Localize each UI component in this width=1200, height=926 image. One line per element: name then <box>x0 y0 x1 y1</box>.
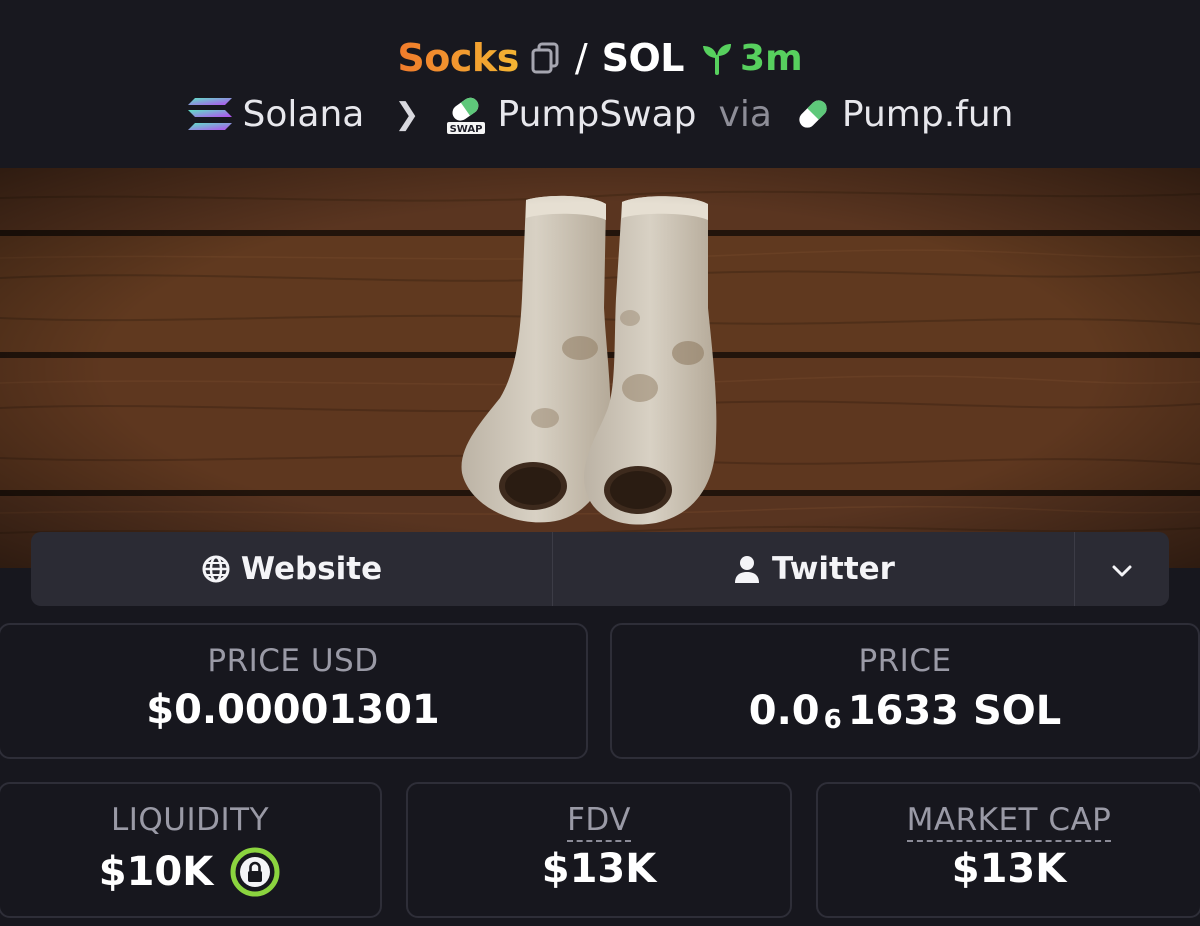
fdv-label: FDV <box>567 802 631 842</box>
quote-token-symbol: SOL <box>601 36 685 80</box>
sprout-icon <box>700 41 734 75</box>
twitter-label: Twitter <box>772 551 895 587</box>
pair-title-row: Socks / SOL 3m <box>0 30 1200 86</box>
market-cap-label: MARKET CAP <box>906 802 1112 842</box>
website-button[interactable]: Website <box>31 532 553 606</box>
lock-icon[interactable] <box>229 846 281 898</box>
more-links-button[interactable] <box>1075 532 1169 606</box>
via-label: via <box>718 93 772 135</box>
website-label: Website <box>240 551 383 587</box>
market-cap-card: MARKET CAP $13K <box>816 782 1200 918</box>
pair-separator: / <box>574 36 588 80</box>
token-banner-image <box>0 168 1200 568</box>
chevron-down-icon <box>1110 551 1134 587</box>
fdv-value: $13K <box>541 846 657 892</box>
pair-header: Socks / SOL 3m Solana ❯ SWAP PumpSwap vi… <box>0 0 1200 168</box>
market-cap-value: $13K <box>951 846 1067 892</box>
dex-name[interactable]: PumpSwap <box>498 94 697 135</box>
globe-icon <box>201 554 231 584</box>
pumpswap-pill-icon: SWAP <box>444 92 488 136</box>
social-links-bar: Website Twitter <box>31 532 1169 606</box>
price-usd-card: PRICE USD $0.00001301 <box>0 623 588 759</box>
price-native-prefix: 0.0 <box>748 688 820 734</box>
svg-text:SWAP: SWAP <box>449 124 482 135</box>
base-token-symbol: Socks <box>397 36 519 80</box>
pair-age-value: 3m <box>740 37 803 79</box>
chain-name[interactable]: Solana <box>243 94 365 135</box>
launchpad-name[interactable]: Pump.fun <box>842 94 1014 135</box>
price-native-label: PRICE <box>858 643 952 679</box>
twitter-button[interactable]: Twitter <box>553 532 1075 606</box>
fdv-card: FDV $13K <box>406 782 792 918</box>
price-usd-label: PRICE USD <box>207 643 379 679</box>
liquidity-value-row: $10K <box>0 846 380 898</box>
liquidity-value: $10K <box>98 849 214 895</box>
price-native-zero-count: 6 <box>823 705 842 735</box>
fdv-label-row[interactable]: FDV <box>408 802 790 842</box>
price-native-suffix: 1633 SOL <box>847 688 1062 734</box>
price-usd-value: $0.00001301 <box>146 687 440 733</box>
liquidity-card: LIQUIDITY $10K <box>0 782 382 918</box>
chevron-right-icon: ❯ <box>394 96 420 132</box>
pill-icon <box>794 95 832 133</box>
price-native-card: PRICE 0.0 6 1633 SOL <box>610 623 1200 759</box>
user-icon <box>732 554 762 584</box>
solana-logo-icon <box>187 97 233 131</box>
pair-path-row: Solana ❯ SWAP PumpSwap via Pump.fun <box>0 88 1200 140</box>
price-native-value: 0.0 6 1633 SOL <box>612 687 1198 735</box>
pair-age: 3m <box>700 38 803 79</box>
copy-icon[interactable] <box>527 40 563 76</box>
liquidity-label: LIQUIDITY <box>110 802 270 838</box>
market-cap-label-row[interactable]: MARKET CAP <box>818 802 1200 842</box>
